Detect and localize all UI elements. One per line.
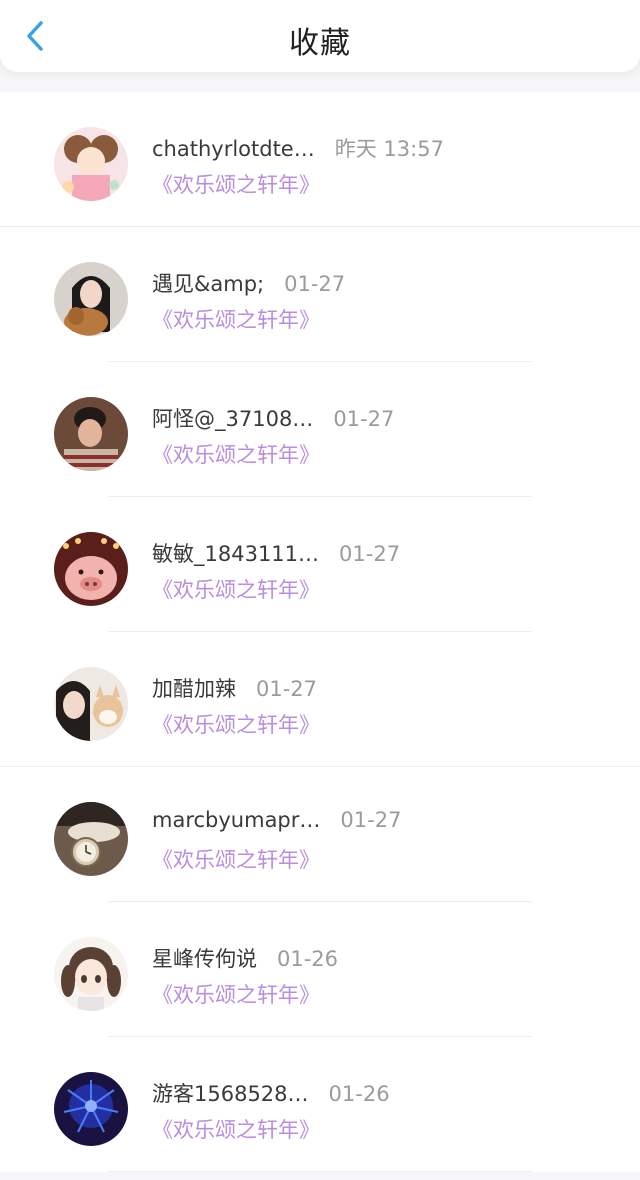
username[interactable]: 敏敏_1843111… <box>152 542 319 566</box>
favorites-list: chathyrlotdte… 昨天 13:57 《欢乐颂之轩年》 遇见&amp; 0… <box>0 92 640 1172</box>
list-item[interactable]: 遇见&amp; 01-27 《欢乐颂之轩年》 <box>0 227 640 362</box>
list-item[interactable]: marcbyumapr… 01-27 《欢乐颂之轩年》 <box>0 767 640 902</box>
username[interactable]: 阿怪@_37108… <box>152 407 313 431</box>
avatar[interactable] <box>54 127 128 201</box>
page-title: 收藏 <box>289 26 351 61</box>
divider <box>108 1171 532 1172</box>
timestamp: 01-27 <box>340 808 402 832</box>
list-item[interactable]: chathyrlotdte… 昨天 13:57 《欢乐颂之轩年》 <box>0 92 640 227</box>
work-title-link[interactable]: 《欢乐颂之轩年》 <box>152 574 320 604</box>
anime-girl-avatar <box>54 937 128 1011</box>
avatar[interactable] <box>54 667 128 741</box>
pig-avatar <box>54 532 128 606</box>
username[interactable]: 星峰传佝说 <box>152 947 257 971</box>
work-title-link[interactable]: 《欢乐颂之轩年》 <box>152 709 320 739</box>
timestamp: 01-27 <box>333 407 395 431</box>
item-meta: 遇见&amp; 01-27 <box>152 268 345 298</box>
timestamp: 01-26 <box>328 1082 390 1106</box>
avatar[interactable] <box>54 397 128 471</box>
username[interactable]: marcbyumapr… <box>152 808 320 832</box>
girl-with-dog-avatar <box>54 262 128 336</box>
favorites-page: 收藏 chathyrlotdte… 昨天 13:57 《欢乐颂之轩年》 遇见&a… <box>0 0 640 1180</box>
item-meta: 加醋加辣 01-27 <box>152 673 317 703</box>
blue-flower-avatar <box>54 1072 128 1146</box>
avatar[interactable] <box>54 937 128 1011</box>
work-title-link[interactable]: 《欢乐颂之轩年》 <box>152 304 320 334</box>
cartoon-girl-avatar <box>54 127 128 201</box>
work-title-link[interactable]: 《欢乐颂之轩年》 <box>152 169 320 199</box>
work-title-link[interactable]: 《欢乐颂之轩年》 <box>152 844 320 874</box>
item-meta: 星峰传佝说 01-26 <box>152 943 338 973</box>
work-title-link[interactable]: 《欢乐颂之轩年》 <box>152 1114 320 1144</box>
young-man-avatar <box>54 397 128 471</box>
item-meta: chathyrlotdte… 昨天 13:57 <box>152 133 444 163</box>
girl-with-shiba-avatar <box>54 667 128 741</box>
avatar[interactable] <box>54 262 128 336</box>
avatar[interactable] <box>54 532 128 606</box>
item-meta: 游客1568528… 01-26 <box>152 1078 390 1108</box>
timestamp: 01-27 <box>256 677 318 701</box>
pocket-watch-avatar <box>54 802 128 876</box>
timestamp: 01-26 <box>277 947 339 971</box>
item-meta: marcbyumapr… 01-27 <box>152 808 401 838</box>
item-meta: 阿怪@_37108… 01-27 <box>152 403 394 433</box>
item-meta: 敏敏_1843111… 01-27 <box>152 538 400 568</box>
timestamp: 01-27 <box>284 272 346 296</box>
username[interactable]: 遇见&amp; <box>152 272 264 296</box>
work-title-link[interactable]: 《欢乐颂之轩年》 <box>152 979 320 1009</box>
top-bar: 收藏 <box>0 0 640 72</box>
list-item[interactable]: 星峰传佝说 01-26 《欢乐颂之轩年》 <box>0 902 640 1037</box>
list-item[interactable]: 敏敏_1843111… 01-27 《欢乐颂之轩年》 <box>0 497 640 632</box>
username[interactable]: chathyrlotdte… <box>152 137 315 161</box>
timestamp: 昨天 13:57 <box>334 137 444 161</box>
avatar[interactable] <box>54 1072 128 1146</box>
avatar[interactable] <box>54 802 128 876</box>
username[interactable]: 游客1568528… <box>152 1082 309 1106</box>
work-title-link[interactable]: 《欢乐颂之轩年》 <box>152 439 320 469</box>
timestamp: 01-27 <box>339 542 401 566</box>
list-item[interactable]: 加醋加辣 01-27 《欢乐颂之轩年》 <box>0 632 640 767</box>
list-item[interactable]: 阿怪@_37108… 01-27 《欢乐颂之轩年》 <box>0 362 640 497</box>
username[interactable]: 加醋加辣 <box>152 677 236 701</box>
list-item[interactable]: 游客1568528… 01-26 《欢乐颂之轩年》 <box>0 1037 640 1172</box>
